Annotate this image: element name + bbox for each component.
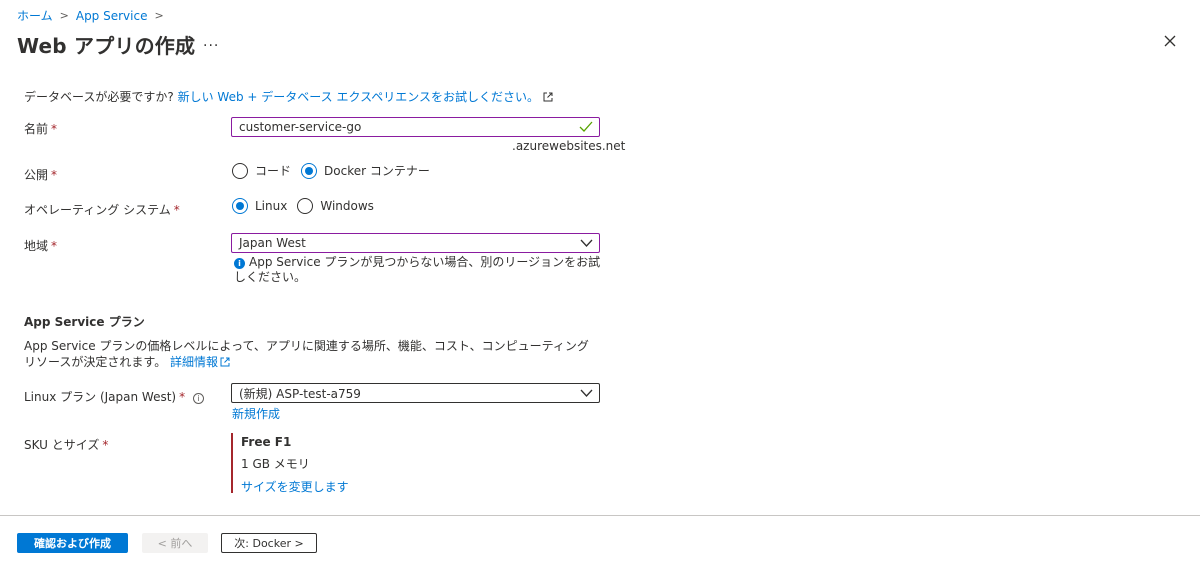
try-web-database-link[interactable]: 新しい Web + データベース エクスペリエンスをお試しください。 <box>178 90 539 104</box>
close-icon[interactable] <box>1160 31 1180 51</box>
footer-bar: 確認および作成 < 前へ 次: Docker > <box>0 515 1200 568</box>
radio-windows[interactable] <box>297 198 314 214</box>
external-link-icon[interactable] <box>543 92 553 102</box>
region-label: 地域 * <box>24 239 58 253</box>
radio-code[interactable] <box>232 162 248 179</box>
chevron-right-icon: > <box>59 9 69 22</box>
page-title: Web アプリの作成 <box>17 34 196 58</box>
change-size-link[interactable]: サイズを変更します <box>241 478 349 495</box>
info-icon: i <box>234 258 245 269</box>
domain-suffix: .azurewebsites.net <box>512 139 626 153</box>
more-info-link[interactable]: 詳細情報 <box>170 355 218 369</box>
sku-memory: 1 GB メモリ <box>241 457 310 471</box>
linux-plan-dropdown-value: (新規) ASP-test-a759 <box>239 386 361 401</box>
radio-linux[interactable] <box>232 198 248 214</box>
region-info-message: i App Service プランが見つからない場合、別のリージョンをお試しくださ… <box>234 255 601 284</box>
chevron-down-icon <box>580 389 593 397</box>
radio-code-label[interactable]: コード <box>255 162 291 179</box>
plan-section-title: App Service プラン <box>24 315 145 329</box>
radio-linux-label[interactable]: Linux <box>255 199 287 213</box>
linux-plan-dropdown[interactable]: (新規) ASP-test-a759 <box>231 383 600 403</box>
review-create-button[interactable]: 確認および作成 <box>17 533 128 553</box>
name-input-value: customer-service-go <box>239 120 362 134</box>
sku-summary: Free F1 1 GB メモリ サイズを変更します <box>231 433 349 495</box>
breadcrumb-app-service[interactable]: App Service <box>76 9 148 23</box>
name-input[interactable]: customer-service-go <box>231 117 600 137</box>
publish-radio-group: コード Docker コンテナー <box>232 162 440 179</box>
external-link-icon[interactable] <box>220 357 230 367</box>
next-docker-button[interactable]: 次: Docker > <box>221 533 317 553</box>
info-circle-icon[interactable]: i <box>193 393 205 404</box>
radio-docker-container[interactable] <box>301 162 318 179</box>
previous-button[interactable]: < 前へ <box>142 533 208 553</box>
chevron-right-icon: > <box>154 9 164 22</box>
region-dropdown[interactable]: Japan West <box>231 233 600 253</box>
chevron-down-icon <box>580 239 593 247</box>
create-new-plan-link[interactable]: 新規作成 <box>232 405 280 422</box>
name-label: 名前 * <box>24 122 58 136</box>
sku-name: Free F1 <box>241 435 292 449</box>
database-notice: データベースが必要ですか? 新しい Web + データベース エクスペリエンスを… <box>24 88 553 105</box>
breadcrumb-home[interactable]: ホーム <box>17 7 53 24</box>
radio-docker-container-label[interactable]: Docker コンテナー <box>324 162 430 179</box>
linux-plan-label: Linux プラン (Japan West) * i <box>24 388 205 405</box>
region-dropdown-value: Japan West <box>239 236 306 250</box>
checkmark-icon <box>579 121 593 132</box>
publish-label: 公開 * <box>24 168 58 182</box>
notice-text: データベースが必要ですか? <box>24 90 178 104</box>
breadcrumb: ホーム > App Service > <box>17 7 171 24</box>
os-radio-group: Linux Windows <box>232 198 384 214</box>
os-label: オペレーティング システム * <box>24 203 180 217</box>
radio-windows-label[interactable]: Windows <box>320 199 374 213</box>
sku-label: SKU とサイズ * <box>24 438 109 452</box>
more-options-button[interactable]: ... <box>203 34 219 50</box>
plan-section-description: App Service プランの価格レベルによって、アプリに関連する場所、機能、… <box>24 339 589 369</box>
